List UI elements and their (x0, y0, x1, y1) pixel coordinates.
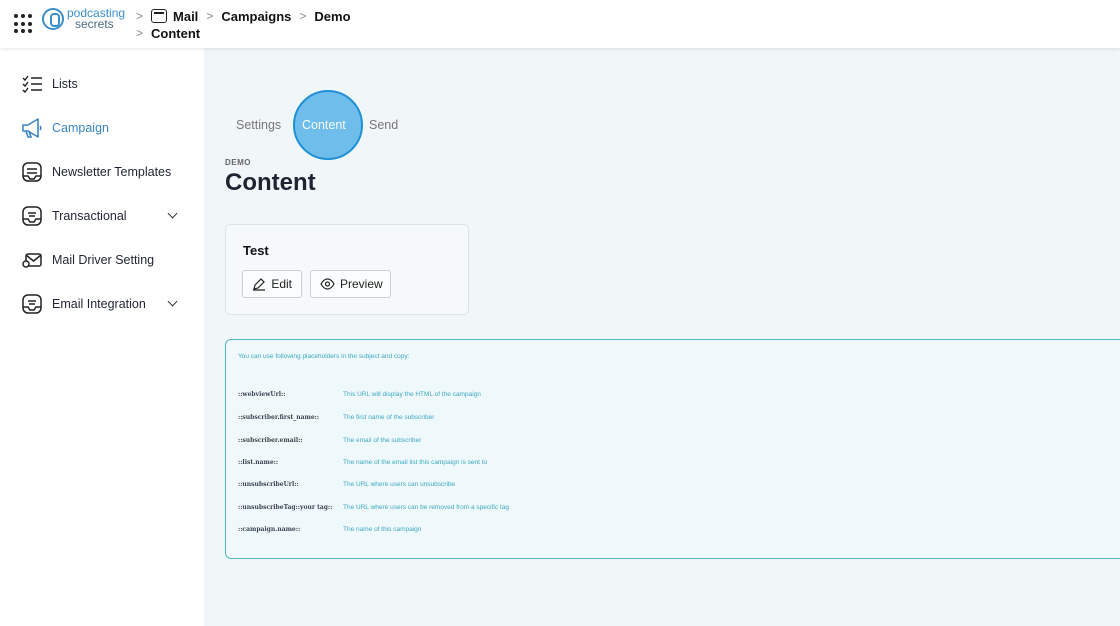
list-icon (20, 72, 44, 96)
placeholder-description: The name of this campaign (343, 526, 422, 533)
tab-content-highlighted-label[interactable]: Content (302, 118, 346, 132)
placeholder-key: ::unsubscribeUrl:: (238, 481, 299, 488)
template-icon (20, 160, 44, 184)
placeholder-description: The URL where users can unsubscribe (343, 481, 456, 488)
edit-button[interactable]: Edit (242, 270, 302, 298)
breadcrumb-separator: > (206, 9, 214, 23)
sidebar-item-lists[interactable]: Lists (20, 71, 190, 97)
breadcrumb: > Mail > Campaigns > Demo > Content (134, 8, 351, 41)
sidebar: Lists Campaign Newsletter Templates Tran… (0, 48, 204, 626)
sidebar-item-campaign[interactable]: Campaign (20, 115, 190, 141)
chevron-down-icon[interactable] (167, 208, 178, 219)
placeholder-key: ::list.name:: (238, 459, 279, 466)
top-bar: podcasting secrets > Mail > Campaigns > … (0, 0, 1120, 48)
inbox-icon (20, 292, 44, 316)
megaphone-icon (20, 116, 44, 140)
placeholder-key: ::subscriber.email:: (238, 437, 303, 444)
placeholder-description: The email of the subscriber (343, 437, 422, 444)
placeholder-key: ::campaign.name:: (238, 526, 301, 533)
placeholders-intro: You can use following placeholders in th… (238, 353, 410, 360)
breadcrumb-campaigns[interactable]: Campaigns (221, 9, 291, 24)
microphone-logo-icon (42, 8, 64, 30)
preview-button[interactable]: Preview (310, 270, 391, 298)
sidebar-item-label: Transactional (52, 209, 127, 223)
logo-text-line2: secrets (75, 17, 114, 31)
edit-button-label: Edit (271, 277, 292, 291)
tab-settings[interactable]: Settings (236, 118, 281, 132)
placeholder-description: The first name of the subscriber (343, 414, 435, 421)
sidebar-item-transactional[interactable]: Transactional (20, 203, 190, 229)
breadcrumb-separator: > (136, 26, 144, 40)
mail-settings-icon (20, 248, 44, 272)
page-title: Content (225, 169, 316, 196)
placeholder-key: ::unsubscribeTag::your tag:: (238, 504, 333, 511)
preview-button-label: Preview (340, 277, 383, 291)
sidebar-item-newsletter-templates[interactable]: Newsletter Templates (20, 159, 190, 185)
placeholders-info-box: You can use following placeholders in th… (225, 339, 1120, 559)
apps-grid-icon[interactable] (14, 14, 34, 34)
inbox-icon (20, 204, 44, 228)
breadcrumb-separator: > (299, 9, 307, 23)
podcasting-secrets-logo[interactable]: podcasting secrets (42, 7, 125, 31)
placeholder-description: This URL will display the HTML of the ca… (343, 391, 481, 398)
mail-box-icon (151, 9, 168, 23)
eye-icon (320, 276, 335, 292)
sidebar-item-label: Newsletter Templates (52, 165, 172, 179)
placeholder-description: The name of the email list this campaign… (343, 459, 488, 466)
sidebar-item-mail-driver-setting[interactable]: Mail Driver Setting (20, 247, 190, 273)
placeholder-key: ::webviewUrl:: (238, 391, 286, 398)
placeholder-key: ::subscriber.first_name:: (238, 414, 320, 421)
tab-send[interactable]: Send (369, 118, 398, 132)
placeholder-description: The URL where users can be removed from … (343, 504, 509, 511)
breadcrumb-mail[interactable]: Mail (173, 9, 198, 24)
pencil-icon (252, 276, 266, 292)
sidebar-item-label: Email Integration (52, 297, 146, 311)
sidebar-item-label: Campaign (52, 121, 109, 135)
sidebar-item-email-integration[interactable]: Email Integration (20, 291, 190, 317)
sidebar-item-label: Mail Driver Setting (52, 253, 155, 267)
main-content: Settings Content Send Content DEMO Conte… (204, 48, 1120, 626)
breadcrumb-demo[interactable]: Demo (314, 9, 350, 24)
content-card: Test Edit Preview (225, 224, 469, 315)
content-card-title: Test (243, 243, 269, 258)
breadcrumb-content: Content (151, 25, 201, 41)
breadcrumb-separator: > (136, 9, 144, 23)
page-overtitle: DEMO (225, 158, 251, 167)
sidebar-item-label: Lists (52, 77, 78, 91)
chevron-down-icon[interactable] (167, 296, 178, 307)
